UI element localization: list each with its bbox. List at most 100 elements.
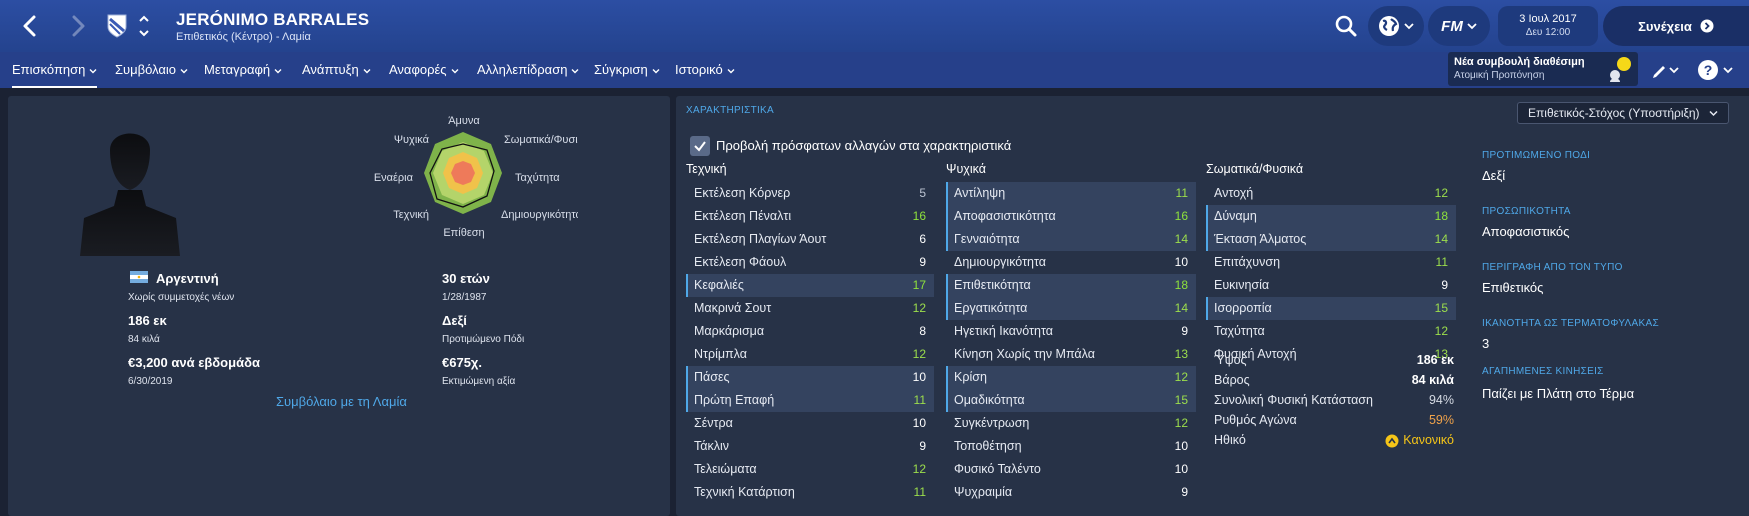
personality-text: Αποφασιστικός: [1482, 224, 1570, 239]
attribute-name: Εκτέλεση Πέναλτι: [694, 209, 792, 223]
role-select-dropdown[interactable]: Επιθετικός-Στόχος (Υποστήριξη): [1517, 102, 1729, 124]
attribute-row[interactable]: Κεφαλιές 17: [686, 274, 934, 297]
attribute-name: Φυσικό Ταλέντο: [954, 462, 1041, 476]
show-changes-checkbox[interactable]: [690, 136, 710, 156]
continue-button[interactable]: Συνέχεια: [1603, 6, 1749, 46]
attribute-name: Τάκλιν: [694, 439, 730, 453]
attribute-row[interactable]: Ταχύτητα 12: [1206, 320, 1456, 343]
attribute-row[interactable]: Αντίληψη 11: [946, 182, 1196, 205]
attribute-row[interactable]: Ισορροπία 15: [1206, 297, 1456, 320]
attribute-row[interactable]: Επιτάχυνση 11: [1206, 251, 1456, 274]
attribute-value: 10: [912, 370, 926, 384]
personality-heading: ΠΡΟΣΩΠΙΚΟΤΗΤΑ: [1482, 206, 1571, 217]
attribute-row[interactable]: Έκταση Άλματος 14: [1206, 228, 1456, 251]
attribute-value: 14: [1174, 301, 1188, 315]
attribute-value: 6: [919, 232, 926, 246]
attribute-row[interactable]: Εργατικότητα 14: [946, 297, 1196, 320]
attribute-row[interactable]: Σέντρα 10: [686, 412, 934, 435]
chevron-down-icon: [1404, 23, 1414, 30]
radar-label-attacking: Επίθεση: [443, 227, 484, 239]
attribute-row[interactable]: Αποφασιστικότητα 16: [946, 205, 1196, 228]
attribute-row[interactable]: Κίνηση Χωρίς την Μπάλα 13: [946, 343, 1196, 366]
tab-contract[interactable]: Συμβόλαιο: [115, 52, 188, 88]
tab-interaction[interactable]: Αλληλεπίδραση: [477, 52, 579, 88]
game-date[interactable]: 3 Ιουλ 2017 Δευ 12:00: [1498, 6, 1598, 46]
attribute-value: 11: [1435, 255, 1448, 269]
attribute-name: Εκτέλεση Φάουλ: [694, 255, 787, 269]
attribute-name: Κίνηση Χωρίς την Μπάλα: [954, 347, 1095, 361]
player-silhouette-icon: [80, 133, 180, 256]
attribute-row[interactable]: Δημιουργικότητα 10: [946, 251, 1196, 274]
world-menu-button[interactable]: [1368, 6, 1424, 46]
attribute-row[interactable]: Τελειώματα 12: [686, 458, 934, 481]
tab-label: Μεταγραφή: [204, 62, 271, 77]
attribute-value: 11: [913, 485, 926, 499]
attribute-name: Πάσες: [694, 370, 730, 384]
chevron-down-icon: [727, 68, 735, 74]
attribute-value: 5: [919, 186, 926, 200]
fm-menu-button[interactable]: FM: [1428, 6, 1490, 46]
wage-value: €3,200 ανά εβδομάδα: [128, 355, 260, 370]
height-value: 186 εκ: [128, 313, 167, 328]
attribute-value: 17: [912, 278, 926, 292]
attribute-value: 10: [1174, 462, 1188, 476]
attribute-name: Αποφασιστικότητα: [954, 209, 1056, 223]
attribute-row[interactable]: Επιθετικότητα 18: [946, 274, 1196, 297]
attribute-row[interactable]: Κρίση 12: [946, 366, 1196, 389]
physical-attributes-list: Αντοχή 12 Δύναμη 18 Έκταση Άλματος 14 Επιτάχυν…: [1206, 182, 1456, 366]
club-badge-icon[interactable]: [106, 13, 128, 39]
attribute-value: 18: [1434, 209, 1448, 223]
attribute-row[interactable]: Πάσες 10: [686, 366, 934, 389]
time-text: Δευ 12:00: [1525, 27, 1571, 38]
forward-arrow-icon[interactable]: [64, 12, 92, 40]
tab-transfer[interactable]: Μεταγραφή: [204, 52, 282, 88]
attribute-row[interactable]: Μακρινά Σουτ 12: [686, 297, 934, 320]
advice-title: Νέα συμβουλή διαθέσιμη: [1454, 56, 1585, 68]
attribute-row[interactable]: Ηγετική Ικανότητα 9: [946, 320, 1196, 343]
tab-label: Αλληλεπίδραση: [477, 62, 568, 77]
checkmark-icon: [694, 141, 706, 152]
attribute-row[interactable]: Ευκινησία 9: [1206, 274, 1456, 297]
tab-development[interactable]: Ανάπτυξη: [302, 52, 371, 88]
contract-link[interactable]: Συμβόλαιο με τη Λαμία: [276, 394, 407, 409]
condition-label: Ύψος: [1214, 353, 1247, 367]
tab-overview[interactable]: Επισκόπηση: [12, 52, 98, 88]
attribute-row[interactable]: Συγκέντρωση 12: [946, 412, 1196, 435]
tab-reports[interactable]: Αναφορές: [389, 52, 459, 88]
attribute-row[interactable]: Τοποθέτηση 10: [946, 435, 1196, 458]
attribute-row[interactable]: Ντρίμπλα 12: [686, 343, 934, 366]
attribute-row[interactable]: Μαρκάρισμα 8: [686, 320, 934, 343]
attribute-row[interactable]: Ψυχραιμία 9: [946, 481, 1196, 504]
new-advice-notification[interactable]: Νέα συμβουλή διαθέσιμη Ατομική Προπόνηση: [1448, 52, 1638, 86]
attribute-row[interactable]: Τεχνική Κατάρτιση 11: [686, 481, 934, 504]
attribute-name: Αντίληψη: [954, 186, 1006, 200]
edit-menu-button[interactable]: [1650, 58, 1680, 82]
attribute-row[interactable]: Δύναμη 18: [1206, 205, 1456, 228]
attribute-name: Έκταση Άλματος: [1214, 232, 1307, 246]
attribute-row[interactable]: Γενναιότητα 14: [946, 228, 1196, 251]
attribute-name: Πρώτη Επαφή: [694, 393, 775, 407]
condition-value: Κανονικό: [1403, 433, 1454, 447]
back-arrow-icon[interactable]: [16, 12, 44, 40]
attribute-row[interactable]: Εκτέλεση Φάουλ 9: [686, 251, 934, 274]
weight-value: 84 κιλά: [128, 334, 160, 345]
attribute-row[interactable]: Αντοχή 12: [1206, 182, 1456, 205]
attribute-row[interactable]: Τάκλιν 9: [686, 435, 934, 458]
attribute-row[interactable]: Φυσικό Ταλέντο 10: [946, 458, 1196, 481]
attribute-value: 12: [912, 347, 926, 361]
club-switch-chevrons-icon[interactable]: [137, 12, 151, 40]
search-icon[interactable]: [1332, 12, 1360, 40]
help-menu-button[interactable]: ?: [1696, 58, 1736, 82]
condition-label: Συνολική Φυσική Κατάσταση: [1214, 393, 1373, 407]
attribute-row[interactable]: Εκτέλεση Πέναλτι 16: [686, 205, 934, 228]
attribute-name: Αντοχή: [1214, 186, 1254, 200]
attribute-row[interactable]: Εκτέλεση Κόρνερ 5: [686, 182, 934, 205]
tab-comparison[interactable]: Σύγκριση: [594, 52, 660, 88]
attribute-name: Εκτέλεση Κόρνερ: [694, 186, 791, 200]
attribute-row[interactable]: Πρώτη Επαφή 11: [686, 389, 934, 412]
tab-history[interactable]: Ιστορικό: [675, 52, 735, 88]
attribute-row[interactable]: Εκτέλεση Πλαγίων Άουτ 6: [686, 228, 934, 251]
attribute-value: 14: [1434, 232, 1448, 246]
attribute-row[interactable]: Ομαδικότητα 15: [946, 389, 1196, 412]
tab-label: Συμβόλαιο: [115, 62, 177, 77]
